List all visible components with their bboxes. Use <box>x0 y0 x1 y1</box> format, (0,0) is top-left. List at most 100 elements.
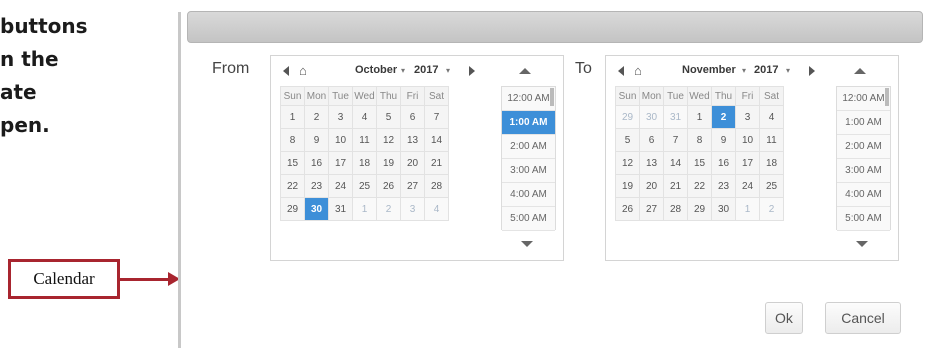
calendar-day[interactable]: 25 <box>352 174 377 198</box>
calendar-day[interactable]: 8 <box>280 128 305 152</box>
calendar-day[interactable]: 24 <box>735 174 760 198</box>
calendar-day[interactable]: 29 <box>687 197 712 221</box>
time-slot[interactable]: 2:00 AM <box>502 135 555 159</box>
calendar-day[interactable]: 12 <box>376 128 401 152</box>
calendar-day[interactable]: 28 <box>424 174 449 198</box>
next-month-icon[interactable] <box>469 66 475 76</box>
calendar-day[interactable]: 9 <box>304 128 329 152</box>
calendar-day[interactable]: 19 <box>376 151 401 175</box>
calendar-day[interactable]: 16 <box>304 151 329 175</box>
calendar-day[interactable]: 5 <box>376 105 401 129</box>
calendar-day[interactable]: 20 <box>639 174 664 198</box>
calendar-day[interactable]: 1 <box>280 105 305 129</box>
scroll-down-icon[interactable] <box>521 241 533 247</box>
time-slot[interactable]: 1:00 AM <box>837 111 890 135</box>
calendar-day[interactable]: 2 <box>304 105 329 129</box>
calendar-day[interactable]: 7 <box>424 105 449 129</box>
calendar-day[interactable]: 26 <box>376 174 401 198</box>
calendar-day[interactable]: 31 <box>328 197 353 221</box>
calendar-day[interactable]: 14 <box>424 128 449 152</box>
calendar-day[interactable]: 11 <box>352 128 377 152</box>
calendar-day[interactable]: 7 <box>663 128 688 152</box>
calendar-day[interactable]: 17 <box>735 151 760 175</box>
time-slot[interactable]: 5:00 AM <box>502 207 555 231</box>
calendar-day[interactable]: 10 <box>735 128 760 152</box>
calendar-day[interactable]: 3 <box>400 197 425 221</box>
scroll-up-icon[interactable] <box>854 68 866 74</box>
calendar-day[interactable]: 22 <box>687 174 712 198</box>
from-month-select[interactable]: October <box>355 64 397 76</box>
time-scrollbar[interactable] <box>550 88 554 106</box>
chevron-down-icon[interactable]: ▾ <box>786 66 790 75</box>
calendar-day[interactable]: 21 <box>424 151 449 175</box>
time-slot[interactable]: 2:00 AM <box>837 135 890 159</box>
calendar-day[interactable]: 13 <box>639 151 664 175</box>
prev-month-icon[interactable] <box>283 66 289 76</box>
time-slot[interactable]: 3:00 AM <box>837 159 890 183</box>
calendar-day[interactable]: 18 <box>352 151 377 175</box>
calendar-day[interactable]: 28 <box>663 197 688 221</box>
ok-button[interactable]: Ok <box>765 302 803 334</box>
calendar-day[interactable]: 11 <box>759 128 784 152</box>
home-icon[interactable]: ⌂ <box>634 63 642 78</box>
calendar-day[interactable]: 18 <box>759 151 784 175</box>
calendar-day[interactable]: 20 <box>400 151 425 175</box>
calendar-day[interactable]: 25 <box>759 174 784 198</box>
to-year-select[interactable]: 2017 <box>754 64 778 76</box>
time-scrollbar[interactable] <box>885 88 889 106</box>
calendar-day[interactable]: 3 <box>735 105 760 129</box>
calendar-day[interactable]: 23 <box>304 174 329 198</box>
calendar-day[interactable]: 3 <box>328 105 353 129</box>
calendar-day[interactable]: 15 <box>280 151 305 175</box>
time-slot[interactable]: 12:00 AM <box>502 87 555 111</box>
time-slot[interactable]: 4:00 AM <box>502 183 555 207</box>
time-slot[interactable]: 3:00 AM <box>502 159 555 183</box>
calendar-day[interactable]: 10 <box>328 128 353 152</box>
calendar-day[interactable]: 30 <box>639 105 664 129</box>
chevron-down-icon[interactable]: ▾ <box>446 66 450 75</box>
time-slot[interactable]: 4:00 AM <box>837 183 890 207</box>
cancel-button[interactable]: Cancel <box>825 302 901 334</box>
calendar-day[interactable]: 31 <box>663 105 688 129</box>
calendar-day[interactable]: 8 <box>687 128 712 152</box>
calendar-day[interactable]: 12 <box>615 151 640 175</box>
chevron-down-icon[interactable]: ▾ <box>742 66 746 75</box>
calendar-day[interactable]: 19 <box>615 174 640 198</box>
calendar-day-selected[interactable]: 30 <box>304 197 329 221</box>
calendar-day-selected[interactable]: 2 <box>711 105 736 129</box>
calendar-day[interactable]: 16 <box>711 151 736 175</box>
calendar-day[interactable]: 29 <box>615 105 640 129</box>
calendar-day[interactable]: 6 <box>639 128 664 152</box>
calendar-day[interactable]: 6 <box>400 105 425 129</box>
calendar-day[interactable]: 2 <box>376 197 401 221</box>
calendar-day[interactable]: 1 <box>687 105 712 129</box>
calendar-day[interactable]: 30 <box>711 197 736 221</box>
calendar-day[interactable]: 4 <box>759 105 784 129</box>
dialog-titlebar[interactable] <box>187 11 923 43</box>
calendar-day[interactable]: 5 <box>615 128 640 152</box>
calendar-day[interactable]: 21 <box>663 174 688 198</box>
to-month-select[interactable]: November <box>682 64 736 76</box>
calendar-day[interactable]: 29 <box>280 197 305 221</box>
calendar-day[interactable]: 27 <box>400 174 425 198</box>
calendar-day[interactable]: 1 <box>735 197 760 221</box>
calendar-day[interactable]: 1 <box>352 197 377 221</box>
calendar-day[interactable]: 13 <box>400 128 425 152</box>
home-icon[interactable]: ⌂ <box>299 63 307 78</box>
from-year-select[interactable]: 2017 <box>414 64 438 76</box>
calendar-day[interactable]: 27 <box>639 197 664 221</box>
calendar-day[interactable]: 23 <box>711 174 736 198</box>
calendar-day[interactable]: 4 <box>424 197 449 221</box>
calendar-day[interactable]: 22 <box>280 174 305 198</box>
calendar-day[interactable]: 24 <box>328 174 353 198</box>
calendar-day[interactable]: 4 <box>352 105 377 129</box>
time-slot-selected[interactable]: 1:00 AM <box>502 111 555 135</box>
calendar-day[interactable]: 2 <box>759 197 784 221</box>
calendar-day[interactable]: 15 <box>687 151 712 175</box>
calendar-day[interactable]: 26 <box>615 197 640 221</box>
time-slot[interactable]: 5:00 AM <box>837 207 890 231</box>
calendar-day[interactable]: 14 <box>663 151 688 175</box>
prev-month-icon[interactable] <box>618 66 624 76</box>
scroll-down-icon[interactable] <box>856 241 868 247</box>
scroll-up-icon[interactable] <box>519 68 531 74</box>
